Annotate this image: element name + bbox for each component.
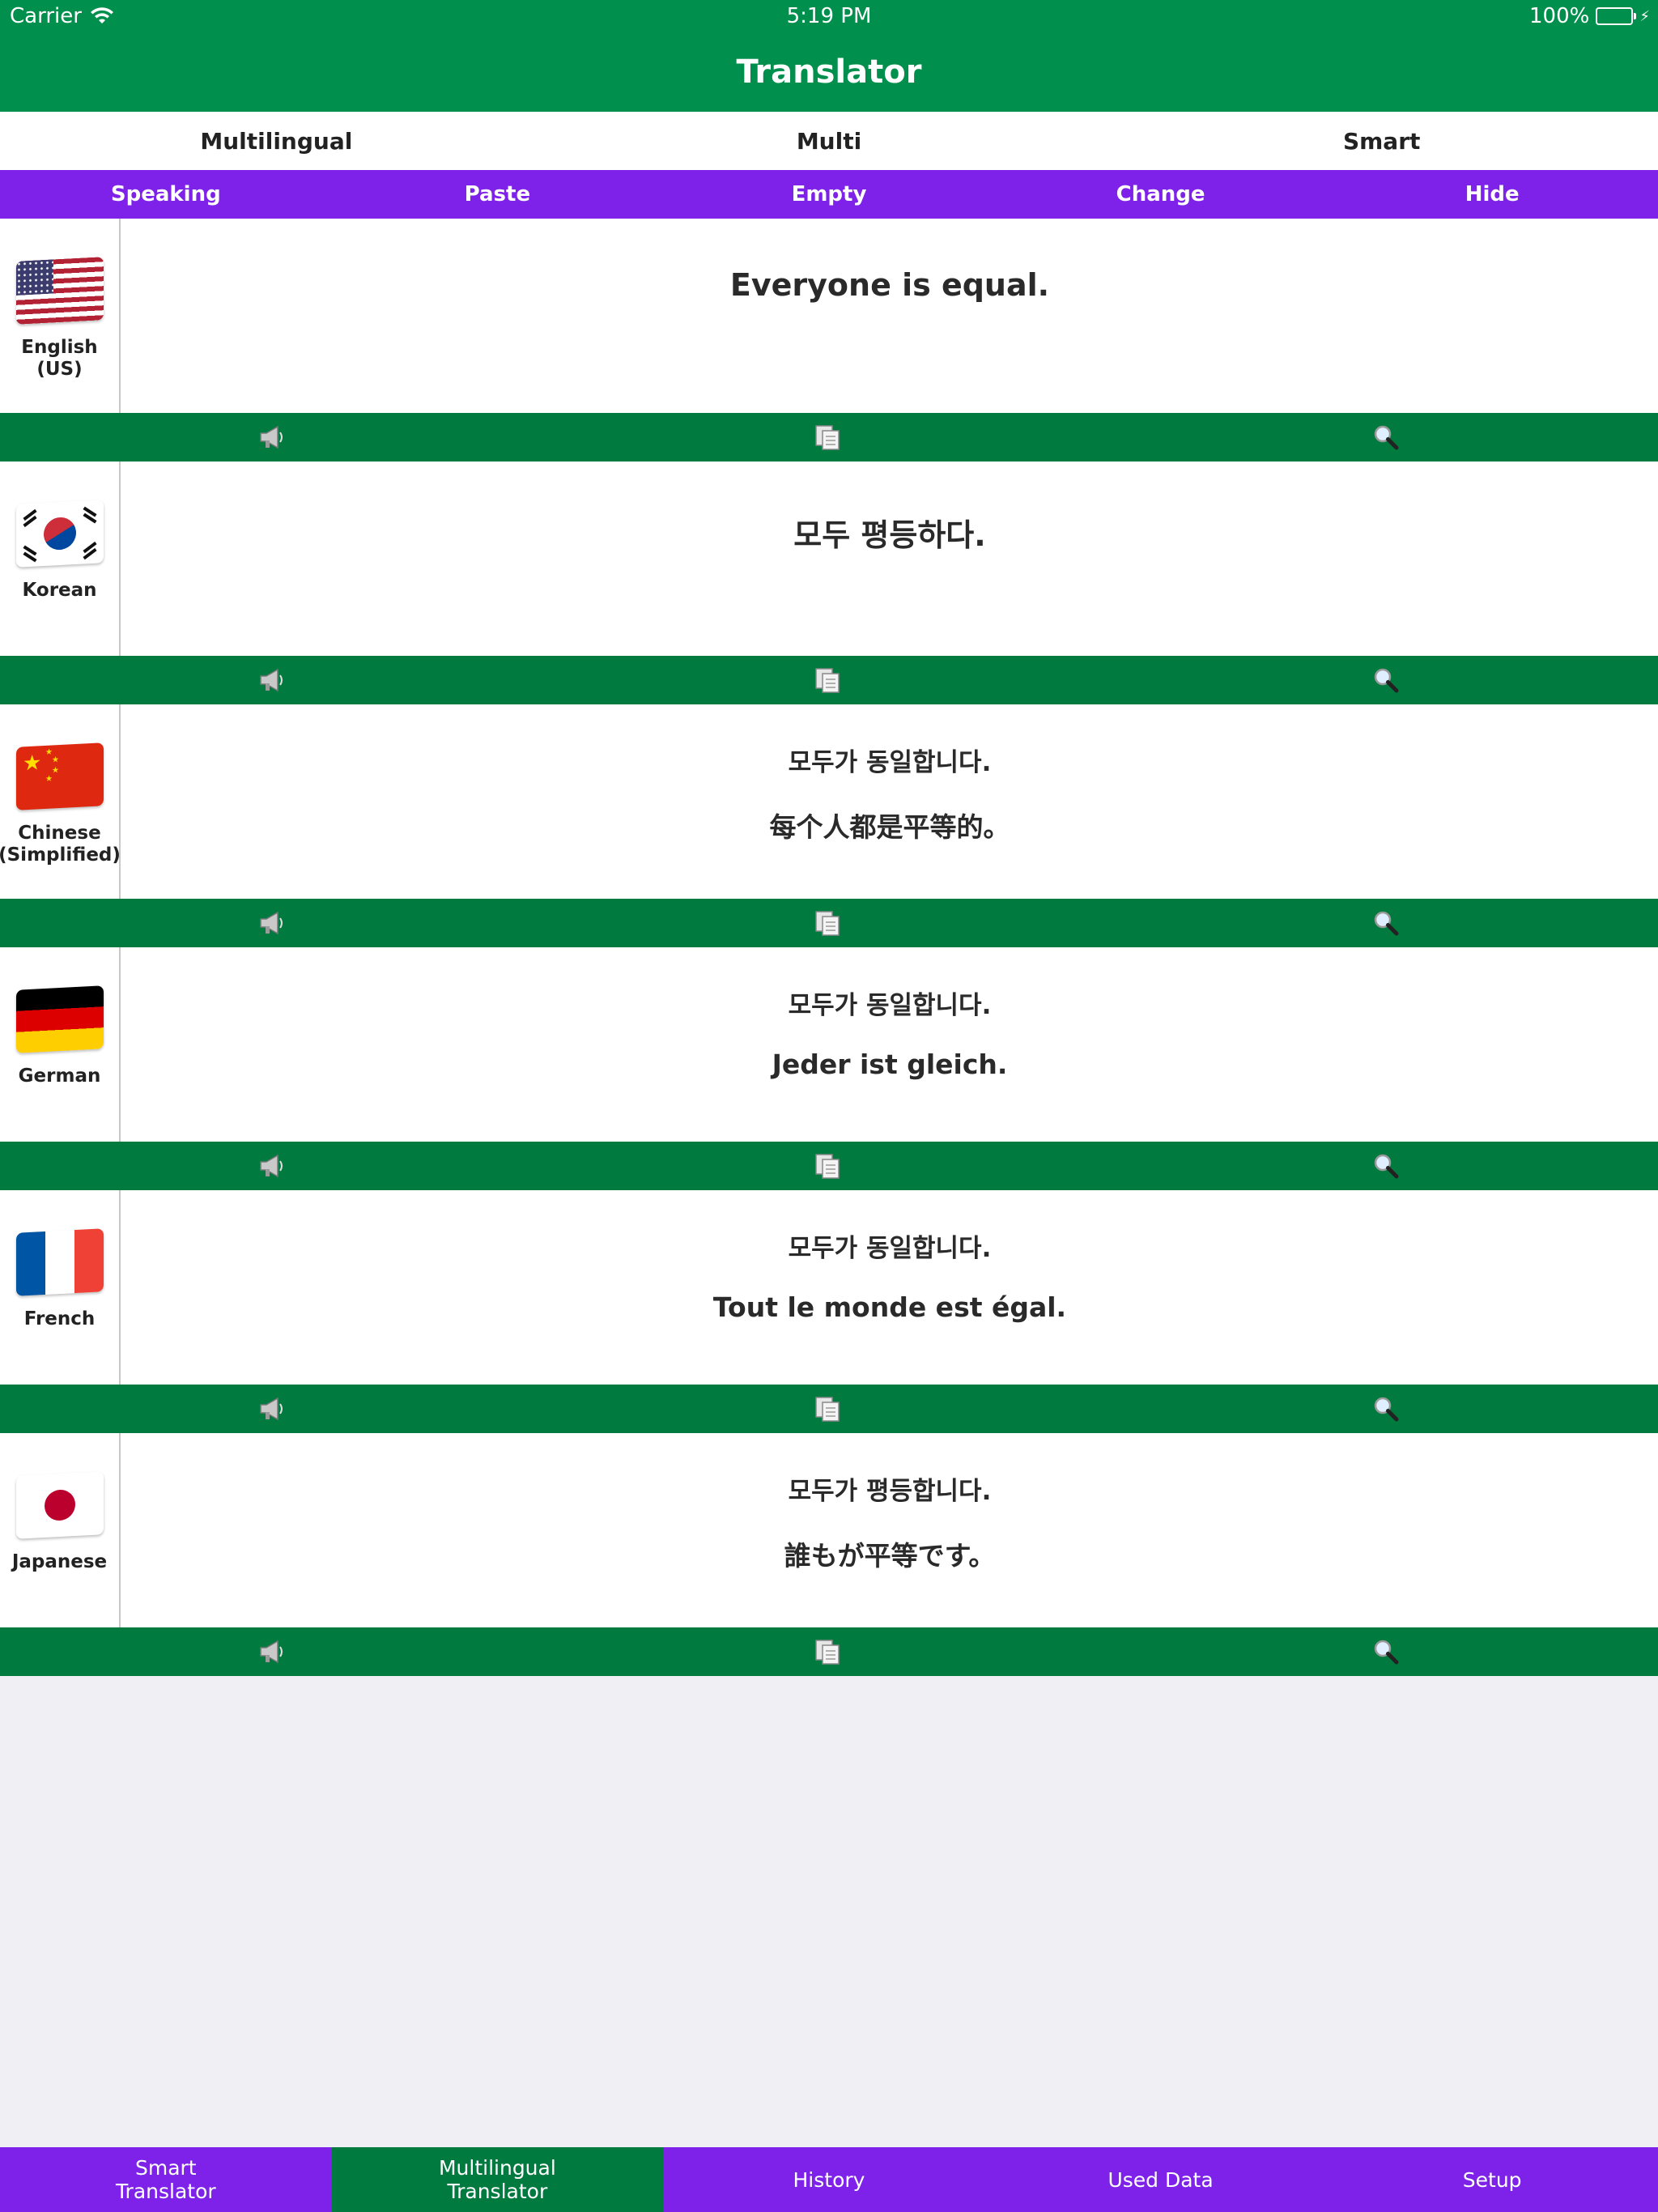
empty-button[interactable]: Empty bbox=[663, 170, 995, 219]
language-selector-korean[interactable]: Korean bbox=[0, 462, 121, 656]
translation-text: 每个人都是平等的。 bbox=[769, 811, 1010, 843]
nav-bar: Translator bbox=[0, 32, 1658, 112]
search-icon[interactable] bbox=[1371, 1396, 1401, 1422]
search-icon[interactable] bbox=[1371, 1639, 1401, 1665]
tab-smart-translator[interactable]: Smart Translator bbox=[0, 2147, 332, 2212]
language-selector-chinese[interactable]: ★ ★ ★ ★ ★ Chinese (Simplified) bbox=[0, 704, 121, 899]
translation-output[interactable]: 모두 평등하다. bbox=[121, 462, 1658, 656]
language-name: Chinese (Simplified) bbox=[0, 823, 121, 866]
copy-icon[interactable] bbox=[813, 1153, 842, 1179]
translation-row-german: German 모두가 동일합니다. Jeder ist gleich. bbox=[0, 947, 1658, 1142]
mode-selector: Multilingual Multi Smart bbox=[0, 112, 1658, 170]
mode-multilingual[interactable]: Multilingual bbox=[0, 112, 553, 170]
tab-history[interactable]: History bbox=[663, 2147, 995, 2212]
battery-indicator: 100% ⚡ bbox=[1529, 4, 1650, 28]
charging-icon: ⚡ bbox=[1639, 7, 1650, 25]
translation-row-chinese: ★ ★ ★ ★ ★ Chinese (Simplified) 모두가 동일합니다… bbox=[0, 704, 1658, 899]
language-selector-english[interactable]: English (US) bbox=[0, 219, 121, 413]
kr-flag-icon bbox=[15, 500, 104, 568]
tab-setup[interactable]: Setup bbox=[1326, 2147, 1658, 2212]
jp-flag-icon bbox=[15, 1471, 104, 1539]
hide-button[interactable]: Hide bbox=[1326, 170, 1658, 219]
translation-text: Everyone is equal. bbox=[729, 267, 1050, 303]
tab-used-data[interactable]: Used Data bbox=[995, 2147, 1327, 2212]
battery-percent: 100% bbox=[1529, 4, 1590, 28]
copy-icon[interactable] bbox=[813, 667, 842, 693]
translation-text: Tout le monde est égal. bbox=[712, 1291, 1067, 1323]
tab-bar: Smart Translator Multilingual Translator H… bbox=[0, 2147, 1658, 2212]
speaker-icon[interactable] bbox=[257, 1639, 287, 1665]
translation-row-french: French 모두가 동일합니다. Tout le monde est égal… bbox=[0, 1190, 1658, 1385]
speaking-button[interactable]: Speaking bbox=[0, 170, 332, 219]
translation-text: 모두 평등하다. bbox=[793, 517, 986, 553]
translation-output[interactable]: 모두가 동일합니다. 每个人都是平等的。 bbox=[121, 704, 1658, 899]
tab-label: Smart Translator bbox=[115, 2156, 216, 2203]
language-name: German bbox=[18, 1066, 101, 1087]
speaker-icon[interactable] bbox=[257, 667, 287, 693]
speaker-icon[interactable] bbox=[257, 1396, 287, 1422]
change-button[interactable]: Change bbox=[995, 170, 1327, 219]
translation-text: 誰もが平等です。 bbox=[784, 1540, 996, 1572]
action-bar bbox=[0, 413, 1658, 462]
mode-smart[interactable]: Smart bbox=[1105, 112, 1658, 170]
clock: 5:19 PM bbox=[786, 4, 872, 28]
page-title: Translator bbox=[736, 53, 922, 91]
mode-multi[interactable]: Multi bbox=[553, 112, 1106, 170]
language-selector-german[interactable]: German bbox=[0, 947, 121, 1142]
action-bar bbox=[0, 1627, 1658, 1676]
copy-icon[interactable] bbox=[813, 1639, 842, 1665]
action-bar bbox=[0, 1142, 1658, 1190]
language-name: Japanese bbox=[11, 1551, 108, 1572]
copy-icon[interactable] bbox=[813, 910, 842, 936]
translation-row-korean: Korean 모두 평등하다. bbox=[0, 462, 1658, 656]
back-translation-text: 모두가 평등합니다. bbox=[788, 1477, 992, 1506]
search-icon[interactable] bbox=[1371, 1153, 1401, 1179]
speaker-icon[interactable] bbox=[257, 1153, 287, 1179]
status-bar: Carrier 5:19 PM 100% ⚡ bbox=[0, 0, 1658, 32]
cn-flag-icon: ★ ★ ★ ★ ★ bbox=[15, 742, 104, 810]
copy-icon[interactable] bbox=[813, 1396, 842, 1422]
translation-output[interactable]: 모두가 동일합니다. Jeder ist gleich. bbox=[121, 947, 1658, 1142]
copy-icon[interactable] bbox=[813, 424, 842, 450]
de-flag-icon bbox=[15, 985, 104, 1053]
speaker-icon[interactable] bbox=[257, 910, 287, 936]
translation-list: English (US) Everyone is equal. Korean 모… bbox=[0, 219, 1658, 1676]
translation-row-japanese: Japanese 모두가 평등합니다. 誰もが平等です。 bbox=[0, 1433, 1658, 1627]
translation-output[interactable]: 모두가 평등합니다. 誰もが平等です。 bbox=[121, 1433, 1658, 1627]
back-translation-text: 모두가 동일합니다. bbox=[788, 748, 992, 777]
speaker-icon[interactable] bbox=[257, 424, 287, 450]
battery-icon bbox=[1596, 7, 1637, 25]
paste-button[interactable]: Paste bbox=[332, 170, 664, 219]
tab-label: Multilingual Translator bbox=[438, 2156, 556, 2203]
search-icon[interactable] bbox=[1371, 667, 1401, 693]
action-bar bbox=[0, 1385, 1658, 1433]
action-bar bbox=[0, 656, 1658, 704]
us-flag-icon bbox=[15, 257, 104, 325]
toolbar: Speaking Paste Empty Change Hide bbox=[0, 170, 1658, 219]
language-selector-french[interactable]: French bbox=[0, 1190, 121, 1385]
back-translation-text: 모두가 동일합니다. bbox=[788, 1234, 992, 1263]
language-name: French bbox=[23, 1308, 96, 1329]
action-bar bbox=[0, 899, 1658, 947]
search-icon[interactable] bbox=[1371, 910, 1401, 936]
language-name: English (US) bbox=[21, 337, 98, 380]
source-text[interactable]: Everyone is equal. bbox=[121, 219, 1658, 413]
translation-row-english: English (US) Everyone is equal. bbox=[0, 219, 1658, 413]
fr-flag-icon bbox=[15, 1228, 104, 1296]
search-icon[interactable] bbox=[1371, 424, 1401, 450]
tab-multilingual-translator[interactable]: Multilingual Translator bbox=[331, 2147, 664, 2212]
language-selector-japanese[interactable]: Japanese bbox=[0, 1433, 121, 1627]
translation-text: Jeder ist gleich. bbox=[772, 1049, 1008, 1080]
back-translation-text: 모두가 동일합니다. bbox=[788, 991, 992, 1020]
language-name: Korean bbox=[22, 580, 97, 601]
translation-output[interactable]: 모두가 동일합니다. Tout le monde est égal. bbox=[121, 1190, 1658, 1385]
